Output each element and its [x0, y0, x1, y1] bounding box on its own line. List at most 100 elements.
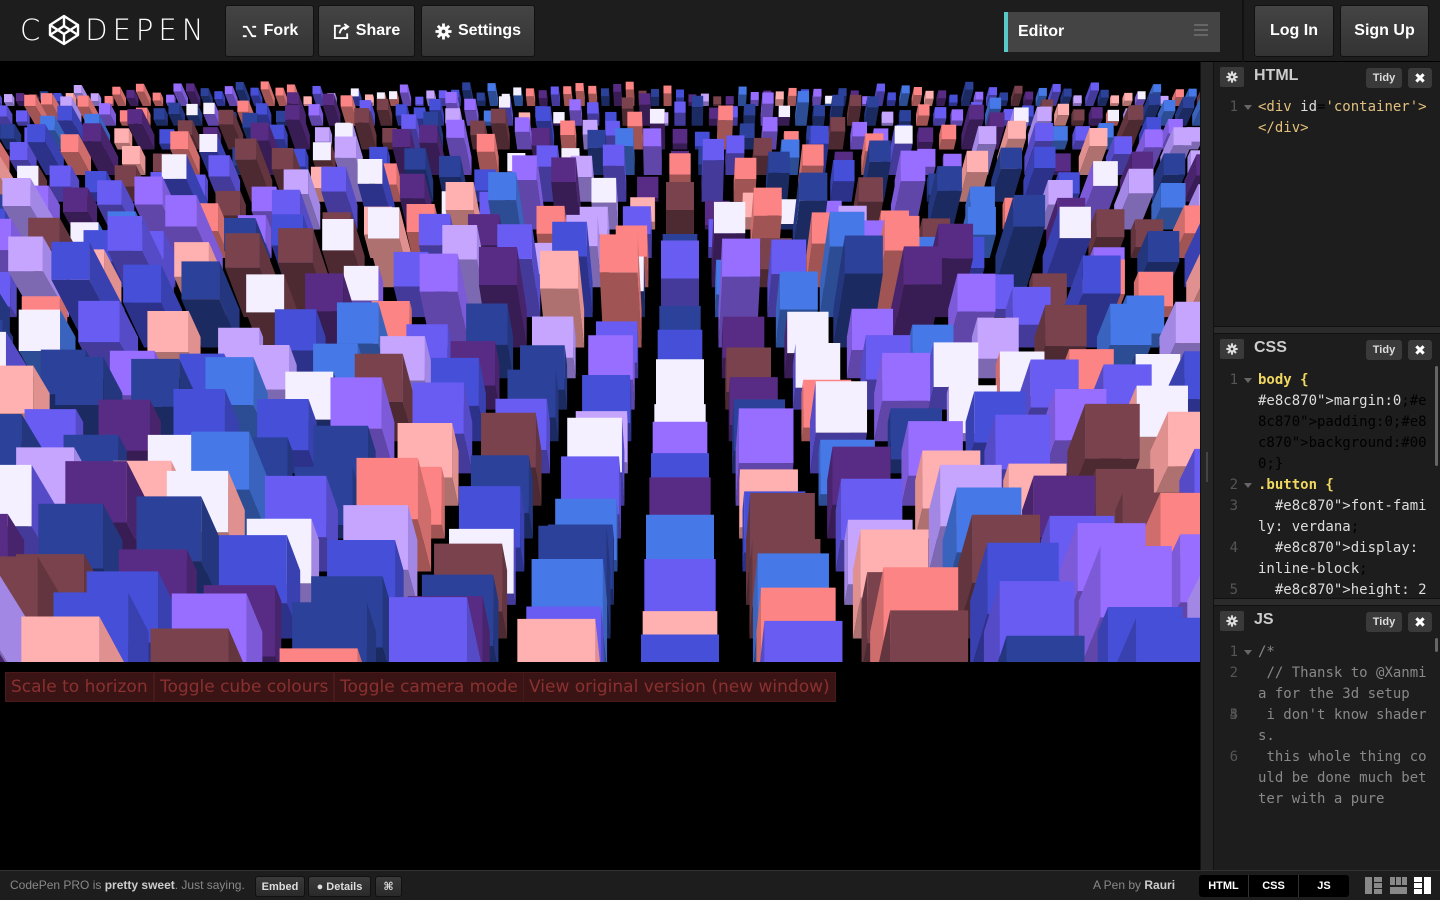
share-button[interactable]: Share	[318, 5, 415, 57]
keyboard-shortcuts-button[interactable]: ⌘	[375, 876, 402, 897]
toggle-camera-mode-button[interactable]: Toggle camera mode	[334, 672, 524, 702]
cube-face	[1175, 301, 1200, 344]
result-preview[interactable]	[0, 62, 1200, 662]
editor-resize-handle[interactable]	[1200, 62, 1214, 870]
html-tidy-button[interactable]: Tidy	[1366, 68, 1402, 88]
cube-face	[938, 90, 947, 99]
layout-right-icon[interactable]	[1414, 877, 1431, 894]
cube-face	[787, 95, 797, 106]
cube-face	[812, 116, 825, 126]
cube-face	[563, 86, 572, 95]
cube-grid-canvas[interactable]	[0, 62, 1200, 662]
cube-face	[882, 111, 894, 123]
cube-face	[275, 87, 284, 96]
cube-face	[476, 133, 495, 152]
code-line[interactable]: 1 <div id='container'></div>	[1214, 97, 1440, 139]
cube-face	[98, 103, 111, 115]
login-button[interactable]: Log In	[1254, 5, 1334, 57]
code-line[interactable]: 1 body {	[1214, 370, 1440, 391]
html-settings-gear-icon[interactable]	[1220, 67, 1244, 87]
html-close-icon[interactable]: ✖	[1408, 68, 1432, 88]
code-line[interactable]: 1 /*	[1214, 642, 1440, 663]
css-scrollbar[interactable]	[1435, 366, 1438, 466]
fold-arrow-icon[interactable]	[1244, 483, 1252, 488]
cube-face	[666, 181, 694, 210]
pro-promo[interactable]: CodePen PRO is pretty sweet. Just saying…	[10, 878, 245, 892]
cube-face	[975, 91, 984, 100]
fold-arrow-icon[interactable]	[1244, 650, 1252, 655]
js-settings-gear-icon[interactable]	[1220, 611, 1244, 631]
panel-divider[interactable]	[1214, 326, 1440, 334]
code-line[interactable]: 6 this whole thing could be done much be…	[1214, 747, 1440, 810]
cube-face	[404, 148, 426, 170]
cube-face	[1013, 194, 1046, 227]
toggle-cube-colours-button[interactable]: Toggle cube colours	[154, 672, 335, 702]
fold-arrow-icon[interactable]	[1244, 378, 1252, 383]
cube-face	[661, 240, 699, 279]
settings-button[interactable]: Settings	[421, 5, 535, 57]
cube-face	[199, 134, 218, 153]
line-number: 2	[1229, 477, 1238, 493]
tab-html[interactable]: HTML	[1199, 875, 1249, 897]
html-code-editor[interactable]: 1 <div id='container'></div>	[1214, 92, 1440, 326]
js-panel-title: JS	[1254, 611, 1274, 628]
code-line[interactable]: #e8c870">margin:0;#e8c870">padding:0;#e8…	[1214, 391, 1440, 475]
cube-face	[439, 155, 461, 178]
cube-face	[388, 597, 467, 662]
cube-face	[1164, 100, 1176, 112]
code-line[interactable]: 4 #e8c870">display: inline-block;	[1214, 538, 1440, 580]
cube-face	[613, 83, 622, 92]
cube-face	[200, 88, 209, 97]
cube-face	[637, 176, 659, 199]
cube-face	[1057, 103, 1070, 116]
details-button[interactable]: ● Details	[308, 876, 371, 897]
panel-divider[interactable]	[1214, 598, 1440, 606]
css-settings-gear-icon[interactable]	[1220, 339, 1244, 359]
cube-face	[844, 235, 883, 274]
view-original-button[interactable]: View original version (new window)	[523, 672, 836, 702]
js-tidy-button[interactable]: Tidy	[1366, 612, 1402, 632]
line-number: 3	[1229, 498, 1238, 514]
layout-top-icon[interactable]	[1390, 877, 1407, 894]
css-tidy-button[interactable]: Tidy	[1366, 340, 1402, 360]
signup-button[interactable]: Sign Up	[1340, 5, 1429, 57]
code-line[interactable]: 5 i don't know shaders.	[1214, 705, 1440, 747]
css-code-editor[interactable]: 1 body {#e8c870">margin:0;#e8c870">paddin…	[1214, 364, 1440, 598]
author-link[interactable]: Rauri	[1144, 878, 1175, 892]
cube-face	[214, 91, 223, 100]
cube-face	[937, 166, 962, 191]
code-line[interactable]: 3 #e8c870">font-family: verdana;	[1214, 496, 1440, 538]
layout-left-icon[interactable]	[1365, 877, 1382, 894]
cube-face	[423, 111, 438, 127]
scale-to-horizon-button[interactable]: Scale to horizon	[5, 672, 154, 702]
cube-face	[399, 173, 425, 199]
code-line[interactable]: 5 #e8c870">height: 20px;	[1214, 580, 1440, 598]
cube-face	[234, 138, 257, 160]
cube-face	[948, 102, 958, 106]
fold-arrow-icon[interactable]	[1244, 105, 1252, 110]
cube-face	[135, 83, 144, 92]
code-line[interactable]: 2 .button {	[1214, 475, 1440, 496]
cube-face	[112, 86, 121, 95]
code-line[interactable]: 2 // Thansk to @Xanmia for the 3d setup	[1214, 663, 1440, 705]
js-close-icon[interactable]: ✖	[1408, 612, 1432, 632]
cube-face	[15, 93, 24, 102]
js-panel: JS Tidy ✖ 1 /* 2 // Thansk to @Xanmia for …	[1214, 606, 1440, 870]
editor-view-select[interactable]: Editor	[1004, 12, 1220, 52]
js-scrollbar[interactable]	[1435, 638, 1438, 652]
cube-face	[237, 100, 249, 112]
cube-face	[735, 157, 757, 180]
cube-face	[389, 91, 398, 100]
line-number: 5	[1229, 582, 1238, 598]
command-icon: ⌘	[383, 881, 394, 893]
tab-js[interactable]: JS	[1299, 875, 1349, 897]
html-panel-header: HTML Tidy ✖	[1214, 62, 1440, 92]
codepen-logo[interactable]: C DEPEN	[20, 13, 208, 47]
cube-face	[1000, 92, 1009, 101]
tab-css[interactable]: CSS	[1249, 875, 1299, 897]
embed-button[interactable]: Embed	[255, 876, 305, 897]
fork-button[interactable]: Fork	[225, 5, 314, 57]
cube-face	[279, 648, 358, 662]
css-close-icon[interactable]: ✖	[1408, 340, 1432, 360]
js-code-editor[interactable]: 1 /* 2 // Thansk to @Xanmia for the 3d set…	[1214, 636, 1440, 870]
